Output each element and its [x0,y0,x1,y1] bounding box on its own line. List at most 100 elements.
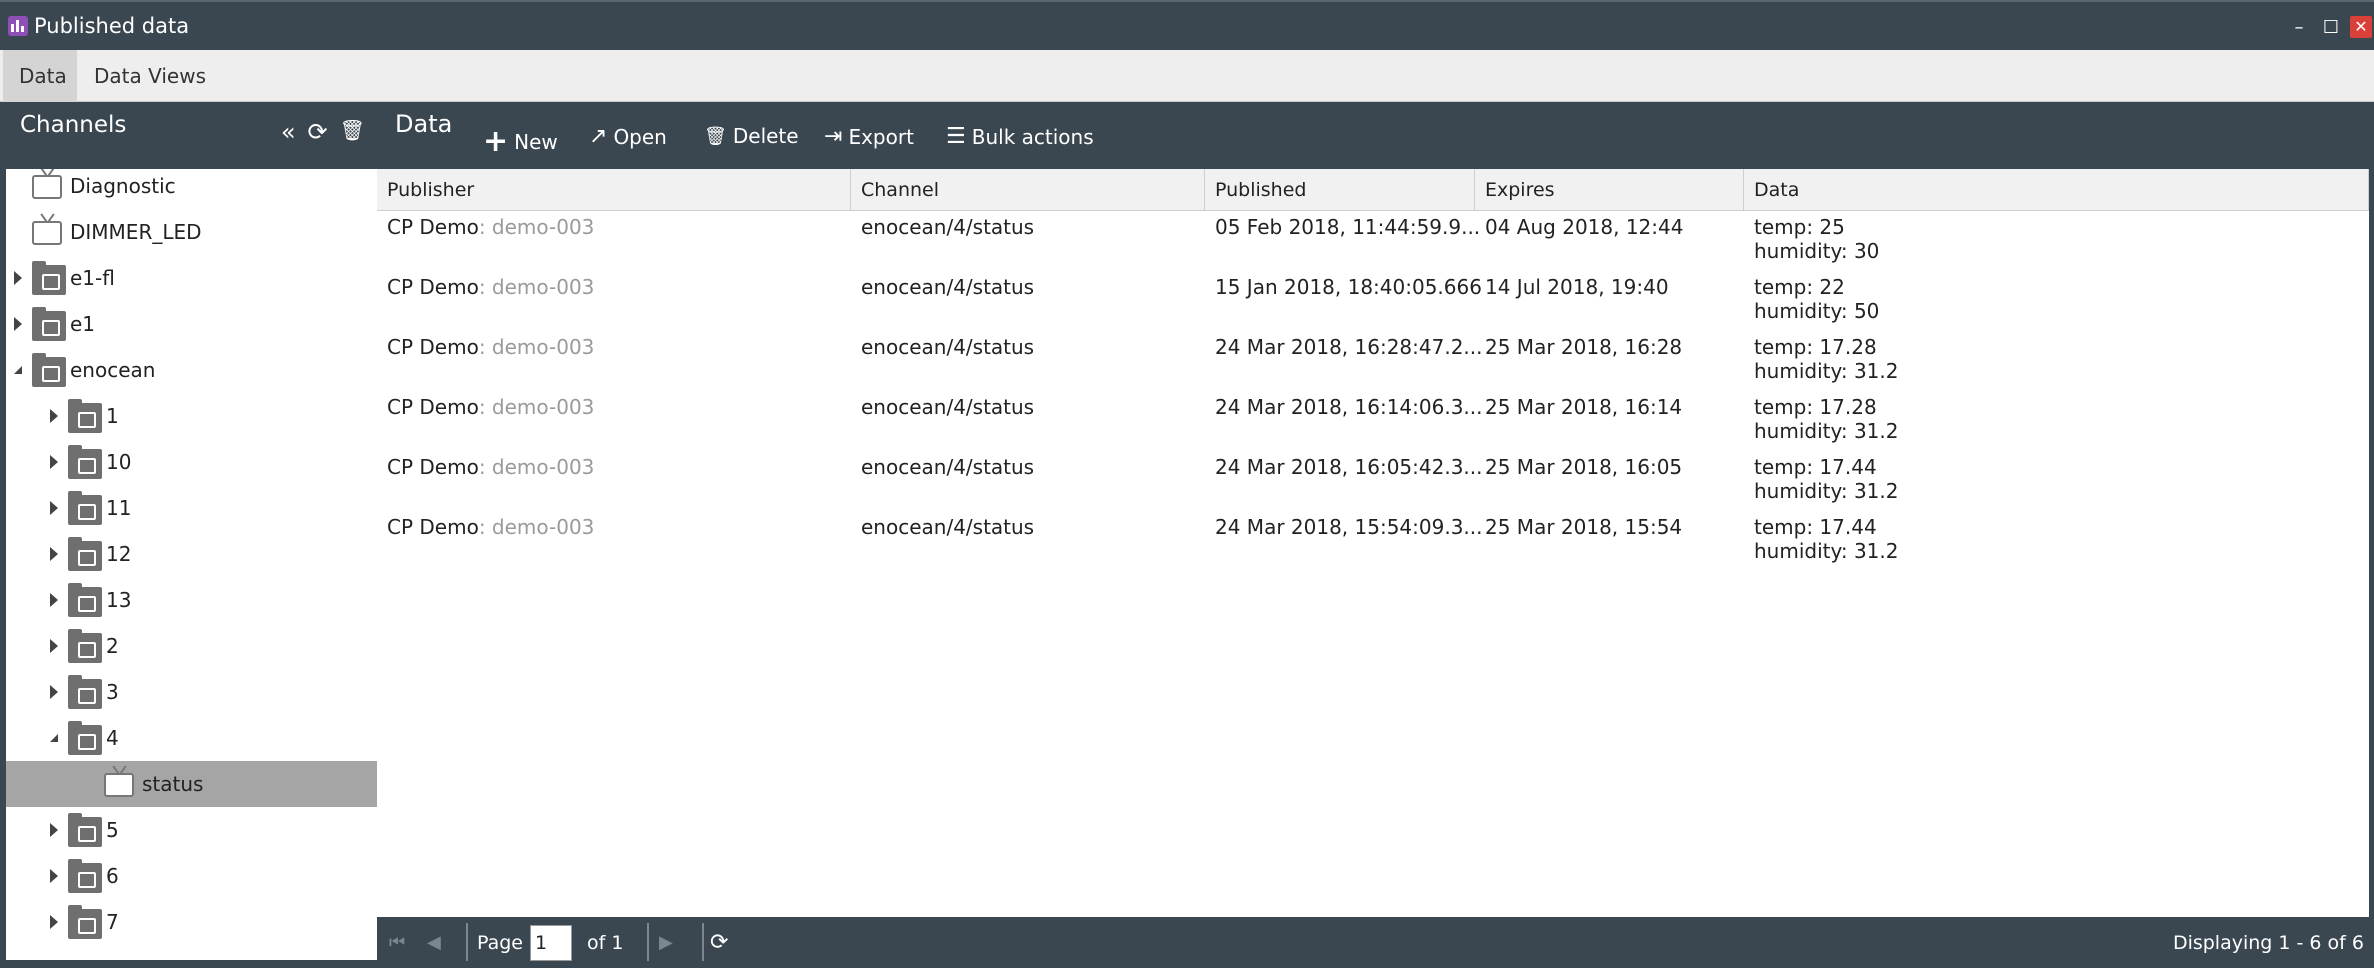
published-cell: 24 Mar 2018, 16:05:42.3... [1215,455,1483,479]
grid-header: Publisher Channel Published Expires Data [377,169,2369,211]
collapse-arrow-icon[interactable] [50,823,58,837]
tab-data[interactable]: Data [3,50,77,102]
tree-item[interactable]: 12 [6,531,377,577]
tree-item-label: 3 [106,680,119,704]
first-page-icon[interactable]: ⏮ [389,917,405,968]
collapse-arrow-icon[interactable] [14,271,22,285]
column-data[interactable]: Data [1744,169,2369,211]
collapse-arrow-icon[interactable] [50,685,58,699]
tree-item[interactable]: 11 [6,485,377,531]
folder-icon [32,307,66,341]
table-row[interactable]: CP Demo: demo-003 enocean/4/status 24 Mar … [377,451,2369,511]
new-label: New [514,129,558,154]
publisher-id: : demo-003 [478,395,595,419]
tab-bar: Data Data Views [0,50,2374,102]
column-channel[interactable]: Channel [851,169,1205,211]
expires-cell: 25 Mar 2018, 16:14 [1485,395,1683,419]
channel-tree[interactable]: Diagnostic DIMMER_LED e1-fl e1 enocean 1 10 11 1… [6,169,377,960]
folder-icon [68,813,102,847]
publisher-name: CP Demo [387,335,479,359]
chart-app-icon [8,16,28,36]
export-button[interactable]: ⇥ Export [824,124,914,149]
tree-item[interactable]: 10 [6,439,377,485]
publisher-cell: CP Demo: demo-003 [387,515,594,539]
tree-item[interactable]: e1-fl [6,255,377,301]
table-row[interactable]: CP Demo: demo-003 enocean/4/status 24 Mar … [377,511,2369,571]
bulk-actions-button[interactable]: ☰ Bulk actions [946,124,1094,149]
data-cell: temp: 25 humidity: 30 [1754,215,1879,263]
tree-item-label: enocean [70,358,156,382]
tree-item-label: 4 [106,726,119,750]
expand-arrow-icon[interactable] [14,366,22,374]
tree-item-label: e1 [70,312,96,336]
collapse-arrow-icon[interactable] [50,915,58,929]
data-temp: temp: 22 [1754,275,1845,299]
published-cell: 05 Feb 2018, 11:44:59.9... [1215,215,1481,239]
folder-icon [68,629,102,663]
page-number-input[interactable] [530,924,572,961]
tab-data-views[interactable]: Data Views [78,50,222,102]
publisher-name: CP Demo [387,215,479,239]
trash-icon: 🗑 [704,125,727,147]
tree-item[interactable]: 7 [6,899,377,945]
page-label: Page [477,931,523,954]
expires-cell: 25 Mar 2018, 15:54 [1485,515,1683,539]
expand-arrow-icon[interactable] [50,734,58,742]
tree-item[interactable]: 6 [6,853,377,899]
table-row[interactable]: CP Demo: demo-003 enocean/4/status 15 Jan … [377,271,2369,331]
next-page-icon[interactable]: ▶ [659,917,673,968]
new-button[interactable]: + New [483,124,558,159]
data-humidity: humidity: 50 [1754,299,1880,323]
tree-item[interactable]: 5 [6,807,377,853]
collapse-arrow-icon[interactable] [50,501,58,515]
data-humidity: humidity: 31.2 [1754,539,1899,563]
collapse-arrow-icon[interactable] [50,409,58,423]
tree-item[interactable]: 1 [6,393,377,439]
table-row[interactable]: CP Demo: demo-003 enocean/4/status 24 Mar … [377,391,2369,451]
tree-item[interactable]: DIMMER_LED [6,209,377,255]
prev-page-icon[interactable]: ◀ [427,917,441,968]
tree-item[interactable]: 3 [6,669,377,715]
trash-icon[interactable]: 🗑 [340,120,365,144]
column-published[interactable]: Published [1205,169,1475,211]
tree-item-label: 1 [106,404,119,428]
maximize-icon[interactable]: ☐ [2318,17,2344,38]
collapse-arrow-icon[interactable] [50,547,58,561]
column-publisher[interactable]: Publisher [377,169,851,211]
channels-sidebar: Channels « ⟳ 🗑 Diagnostic DIMMER_LED e1-fl… [0,102,377,968]
tree-item[interactable]: status [6,761,377,807]
tree-item[interactable]: enocean [6,347,377,393]
publisher-id: : demo-003 [478,515,595,539]
tree-item[interactable]: 13 [6,577,377,623]
collapse-icon[interactable]: « [281,120,296,144]
data-temp: temp: 17.28 [1754,335,1877,359]
channel-cell: enocean/4/status [861,275,1035,299]
collapse-arrow-icon[interactable] [14,317,22,331]
publisher-id: : demo-003 [478,335,595,359]
column-expires[interactable]: Expires [1475,169,1744,211]
table-row[interactable]: CP Demo: demo-003 enocean/4/status 05 Feb … [377,211,2369,271]
delete-button[interactable]: 🗑 Delete [704,124,799,148]
data-panel: Data + New ↗ Open 🗑 Delete ⇥ Export ☰ Bu… [377,102,2374,968]
close-icon[interactable]: ✕ [2350,16,2372,38]
channel-icon [32,175,62,199]
tree-item[interactable]: 4 [6,715,377,761]
open-button[interactable]: ↗ Open [589,124,667,149]
delete-label: Delete [732,124,799,148]
refresh-icon[interactable]: ⟳ [710,917,728,968]
refresh-icon[interactable]: ⟳ [308,120,328,144]
page-count-label: of 1 [587,931,624,954]
collapse-arrow-icon[interactable] [50,593,58,607]
publisher-name: CP Demo [387,395,479,419]
data-cell: temp: 17.28 humidity: 31.2 [1754,335,1899,383]
collapse-arrow-icon[interactable] [50,639,58,653]
tree-item[interactable]: Diagnostic [6,169,377,209]
tree-item-label: 11 [106,496,132,520]
data-humidity: humidity: 31.2 [1754,359,1899,383]
table-row[interactable]: CP Demo: demo-003 enocean/4/status 24 Mar … [377,331,2369,391]
tree-item[interactable]: 2 [6,623,377,669]
collapse-arrow-icon[interactable] [50,455,58,469]
tree-item[interactable]: e1 [6,301,377,347]
collapse-arrow-icon[interactable] [50,869,58,883]
minimize-icon[interactable]: – [2286,17,2312,38]
